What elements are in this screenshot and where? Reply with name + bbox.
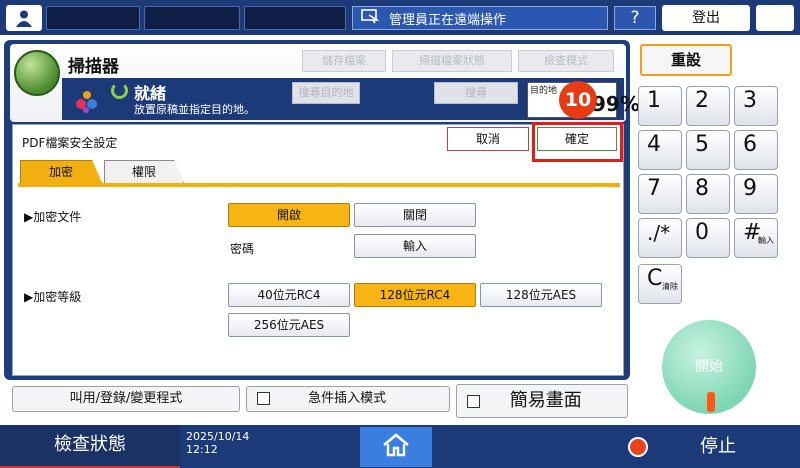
date-text: 2025/10/14 xyxy=(186,430,250,443)
simple-screen-label: 簡易畫面 xyxy=(509,390,582,411)
top-slot xyxy=(244,6,346,30)
interrupt-mode-label: 急件插入模式 xyxy=(308,391,387,406)
level-40-rc4-button[interactable]: 40位元RC4 xyxy=(228,283,350,307)
status-message: 放置原稿並指定目的地。 xyxy=(134,103,255,116)
simple-screen-button[interactable]: 簡易畫面 xyxy=(456,384,628,418)
user-icon[interactable] xyxy=(6,5,42,31)
check-mode-button[interactable]: 檢查模式 xyxy=(518,50,614,72)
tab-encryption[interactable]: 加密 xyxy=(20,160,102,183)
start-indicator xyxy=(707,392,715,412)
key-3[interactable]: 3 xyxy=(734,86,778,126)
step-badge: 10 xyxy=(559,81,597,119)
encrypt-document-label: ▶加密文件 xyxy=(24,210,82,224)
reset-button[interactable]: 重設 xyxy=(640,44,732,76)
check-status-button[interactable]: 檢查狀態 xyxy=(0,425,180,468)
key-9[interactable]: 9 xyxy=(734,174,778,214)
counter-value: 99% xyxy=(592,92,640,116)
counter-label: 目的地 xyxy=(530,86,558,96)
highlight-frame xyxy=(532,122,623,162)
key-hash-sub: 輸入 xyxy=(758,236,774,245)
tab-permissions[interactable]: 權限 xyxy=(104,160,184,183)
search-destination-button[interactable]: 搜尋目的地 xyxy=(292,82,360,104)
tab-underline xyxy=(18,183,620,187)
cancel-button[interactable]: 取消 xyxy=(447,127,529,151)
stop-button[interactable]: 停止 xyxy=(700,432,736,458)
scan-status-button[interactable]: 掃描檔案狀態 xyxy=(392,50,512,72)
color-dots-icon xyxy=(74,90,104,114)
time-text: 12:12 xyxy=(186,443,218,456)
checkbox-icon xyxy=(257,392,270,405)
logout-button[interactable]: 登出 xyxy=(662,5,750,31)
password-input-button[interactable]: 輸入 xyxy=(354,234,476,258)
top-slot xyxy=(46,6,140,30)
key-6[interactable]: 6 xyxy=(734,130,778,170)
remote-icon xyxy=(361,8,380,28)
level-256-aes-button[interactable]: 256位元AES xyxy=(228,313,350,337)
key-5[interactable]: 5 xyxy=(686,130,730,170)
key-hash[interactable]: # 輸入 xyxy=(734,218,778,258)
remote-operation-indicator[interactable]: 管理員正在遠端操作 xyxy=(352,6,608,30)
home-icon xyxy=(382,433,410,461)
password-label: 密碼 xyxy=(230,242,255,256)
key-0[interactable]: 0 xyxy=(686,218,730,258)
key-1[interactable]: 1 xyxy=(638,86,682,126)
key-dot-star[interactable]: ./* xyxy=(638,218,682,258)
stop-icon xyxy=(628,437,648,457)
key-2[interactable]: 2 xyxy=(686,86,730,126)
key-8[interactable]: 8 xyxy=(686,174,730,214)
encryption-level-label: ▶加密等級 xyxy=(24,290,82,304)
encrypt-on-button[interactable]: 開啟 xyxy=(228,203,350,227)
key-clear-label: C xyxy=(647,266,663,291)
home-button[interactable] xyxy=(360,427,432,467)
search-button[interactable]: 搜尋 xyxy=(434,82,518,104)
key-4[interactable]: 4 xyxy=(638,130,682,170)
program-button[interactable]: 叫用/登錄/變更程式 xyxy=(12,386,240,412)
key-clear[interactable]: C 清除 xyxy=(638,264,682,304)
store-file-button[interactable]: 儲存檔案 xyxy=(302,50,386,72)
level-128-rc4-button[interactable]: 128位元RC4 xyxy=(354,283,476,307)
key-clear-sub: 清除 xyxy=(662,282,678,291)
help-button[interactable]: ? xyxy=(614,6,656,30)
ready-icon xyxy=(111,82,128,99)
checkbox-icon xyxy=(467,394,480,408)
energy-saver-icon[interactable] xyxy=(756,5,794,31)
date-time: 2025/10/14 12:12 xyxy=(186,430,249,456)
interrupt-mode-button[interactable]: 急件插入模式 xyxy=(246,386,450,412)
app-title: 掃描器 xyxy=(68,57,119,77)
dialog-title: PDF檔案安全設定 xyxy=(22,136,118,150)
encrypt-off-button[interactable]: 關閉 xyxy=(354,203,476,227)
scanner-app-icon xyxy=(14,50,60,96)
remote-text: 管理員正在遠端操作 xyxy=(389,12,507,28)
key-7[interactable]: 7 xyxy=(638,174,682,214)
level-128-aes-button[interactable]: 128位元AES xyxy=(480,283,602,307)
top-slot xyxy=(144,6,240,30)
